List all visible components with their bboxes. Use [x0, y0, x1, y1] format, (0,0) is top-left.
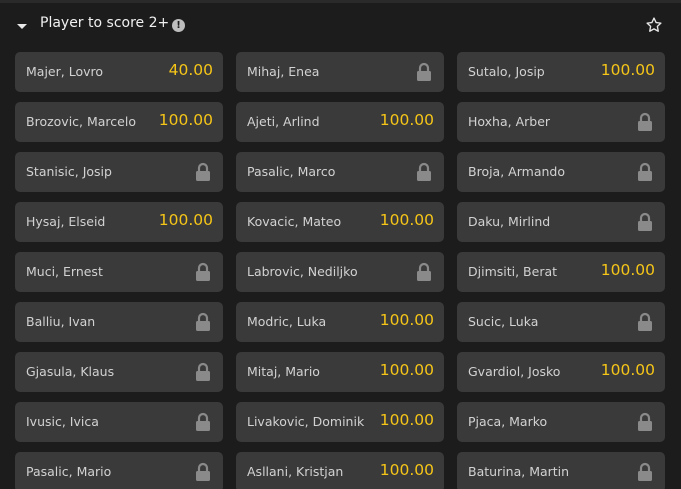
star-outline-icon[interactable]	[645, 16, 663, 34]
player-name: Kovacic, Mateo	[247, 214, 342, 229]
player-name: Mihaj, Enea	[247, 64, 320, 79]
player-name: Ajeti, Arlind	[247, 114, 320, 129]
player-odds-cell: Baturina, Martin	[457, 452, 665, 489]
lock-icon	[196, 312, 210, 331]
player-name: Majer, Lovro	[26, 64, 103, 79]
odds-value[interactable]: 100.00	[380, 211, 434, 229]
player-odds-cell: Pasalic, Marco	[236, 152, 444, 192]
lock-icon	[196, 162, 210, 181]
odds-value[interactable]: 100.00	[380, 361, 434, 379]
player-odds-cell: Pasalic, Mario	[15, 452, 223, 489]
player-odds-cell[interactable]: Gvardiol, Josko 100.00	[457, 352, 665, 392]
player-name: Hoxha, Arber	[468, 114, 551, 129]
odds-value[interactable]: 100.00	[380, 461, 434, 479]
player-odds-cell[interactable]: Ajeti, Arlind 100.00	[236, 102, 444, 142]
lock-icon	[196, 362, 210, 381]
player-odds-cell: Muci, Ernest	[15, 252, 223, 292]
odds-value[interactable]: 100.00	[380, 111, 434, 129]
player-name: Gjasula, Klaus	[26, 364, 115, 379]
player-odds-cell: Sucic, Luka	[457, 302, 665, 342]
odds-value[interactable]: 100.00	[601, 61, 655, 79]
player-odds-cell[interactable]: Livakovic, Dominik 100.00	[236, 402, 444, 442]
player-name: Pasalic, Mario	[26, 464, 112, 479]
player-odds-cell: Labrovic, Nediljko	[236, 252, 444, 292]
player-odds-cell: Pjaca, Marko	[457, 402, 665, 442]
odds-value[interactable]: 40.00	[169, 61, 213, 79]
player-name: Djimsiti, Berat	[468, 264, 558, 279]
player-name: Broja, Armando	[468, 164, 565, 179]
odds-value[interactable]: 100.00	[159, 111, 213, 129]
player-name: Mitaj, Mario	[247, 364, 320, 379]
player-odds-cell[interactable]: Djimsiti, Berat 100.00	[457, 252, 665, 292]
player-odds-cell[interactable]: Brozovic, Marcelo 100.00	[15, 102, 223, 142]
market-title: Player to score 2+	[40, 15, 170, 31]
odds-value[interactable]: 100.00	[601, 361, 655, 379]
player-odds-cell[interactable]: Kovacic, Mateo 100.00	[236, 202, 444, 242]
player-name: Balliu, Ivan	[26, 314, 96, 329]
odds-value[interactable]: 100.00	[159, 211, 213, 229]
player-odds-cell[interactable]: Asllani, Kristjan 100.00	[236, 452, 444, 489]
lock-icon	[417, 262, 431, 281]
player-odds-cell: Balliu, Ivan	[15, 302, 223, 342]
player-name: Asllani, Kristjan	[247, 464, 344, 479]
market-header[interactable]: Player to score 2+ !	[0, 3, 681, 47]
player-name: Brozovic, Marcelo	[26, 114, 136, 129]
player-odds-cell[interactable]: Hysaj, Elseid 100.00	[15, 202, 223, 242]
player-name: Gvardiol, Josko	[468, 364, 561, 379]
odds-value[interactable]: 100.00	[380, 411, 434, 429]
lock-icon	[638, 312, 652, 331]
player-name: Sutalo, Josip	[468, 64, 545, 79]
player-grid: Majer, Lovro 40.00 Mihaj, Enea Sutalo, Josi…	[15, 52, 665, 489]
player-name: Muci, Ernest	[26, 264, 103, 279]
lock-icon	[417, 162, 431, 181]
player-name: Daku, Mirlind	[468, 214, 551, 229]
player-name: Stanisic, Josip	[26, 164, 112, 179]
lock-icon	[638, 212, 652, 231]
player-name: Hysaj, Elseid	[26, 214, 106, 229]
player-odds-cell: Ivusic, Ivica	[15, 402, 223, 442]
lock-icon	[638, 412, 652, 431]
lock-icon	[196, 412, 210, 431]
player-odds-cell: Broja, Armando	[457, 152, 665, 192]
player-odds-cell[interactable]: Majer, Lovro 40.00	[15, 52, 223, 92]
player-odds-cell[interactable]: Modric, Luka 100.00	[236, 302, 444, 342]
info-icon[interactable]: !	[172, 19, 185, 32]
lock-icon	[638, 162, 652, 181]
player-odds-cell[interactable]: Mitaj, Mario 100.00	[236, 352, 444, 392]
player-name: Labrovic, Nediljko	[247, 264, 358, 279]
lock-icon	[638, 112, 652, 131]
player-odds-cell: Mihaj, Enea	[236, 52, 444, 92]
player-name: Livakovic, Dominik	[247, 414, 365, 429]
odds-value[interactable]: 100.00	[601, 261, 655, 279]
player-name: Baturina, Martin	[468, 464, 570, 479]
player-name: Sucic, Luka	[468, 314, 539, 329]
player-odds-cell: Daku, Mirlind	[457, 202, 665, 242]
player-odds-cell: Stanisic, Josip	[15, 152, 223, 192]
lock-icon	[417, 62, 431, 81]
caret-down-icon[interactable]	[17, 24, 27, 29]
player-name: Modric, Luka	[247, 314, 327, 329]
player-name: Pjaca, Marko	[468, 414, 548, 429]
player-odds-cell[interactable]: Sutalo, Josip 100.00	[457, 52, 665, 92]
lock-icon	[196, 462, 210, 481]
lock-icon	[196, 262, 210, 281]
player-name: Ivusic, Ivica	[26, 414, 99, 429]
player-name: Pasalic, Marco	[247, 164, 336, 179]
market-panel: Player to score 2+ ! Majer, Lovro 40.00 Mi…	[0, 0, 681, 489]
odds-value[interactable]: 100.00	[380, 311, 434, 329]
lock-icon	[638, 462, 652, 481]
player-odds-cell: Gjasula, Klaus	[15, 352, 223, 392]
player-odds-cell: Hoxha, Arber	[457, 102, 665, 142]
